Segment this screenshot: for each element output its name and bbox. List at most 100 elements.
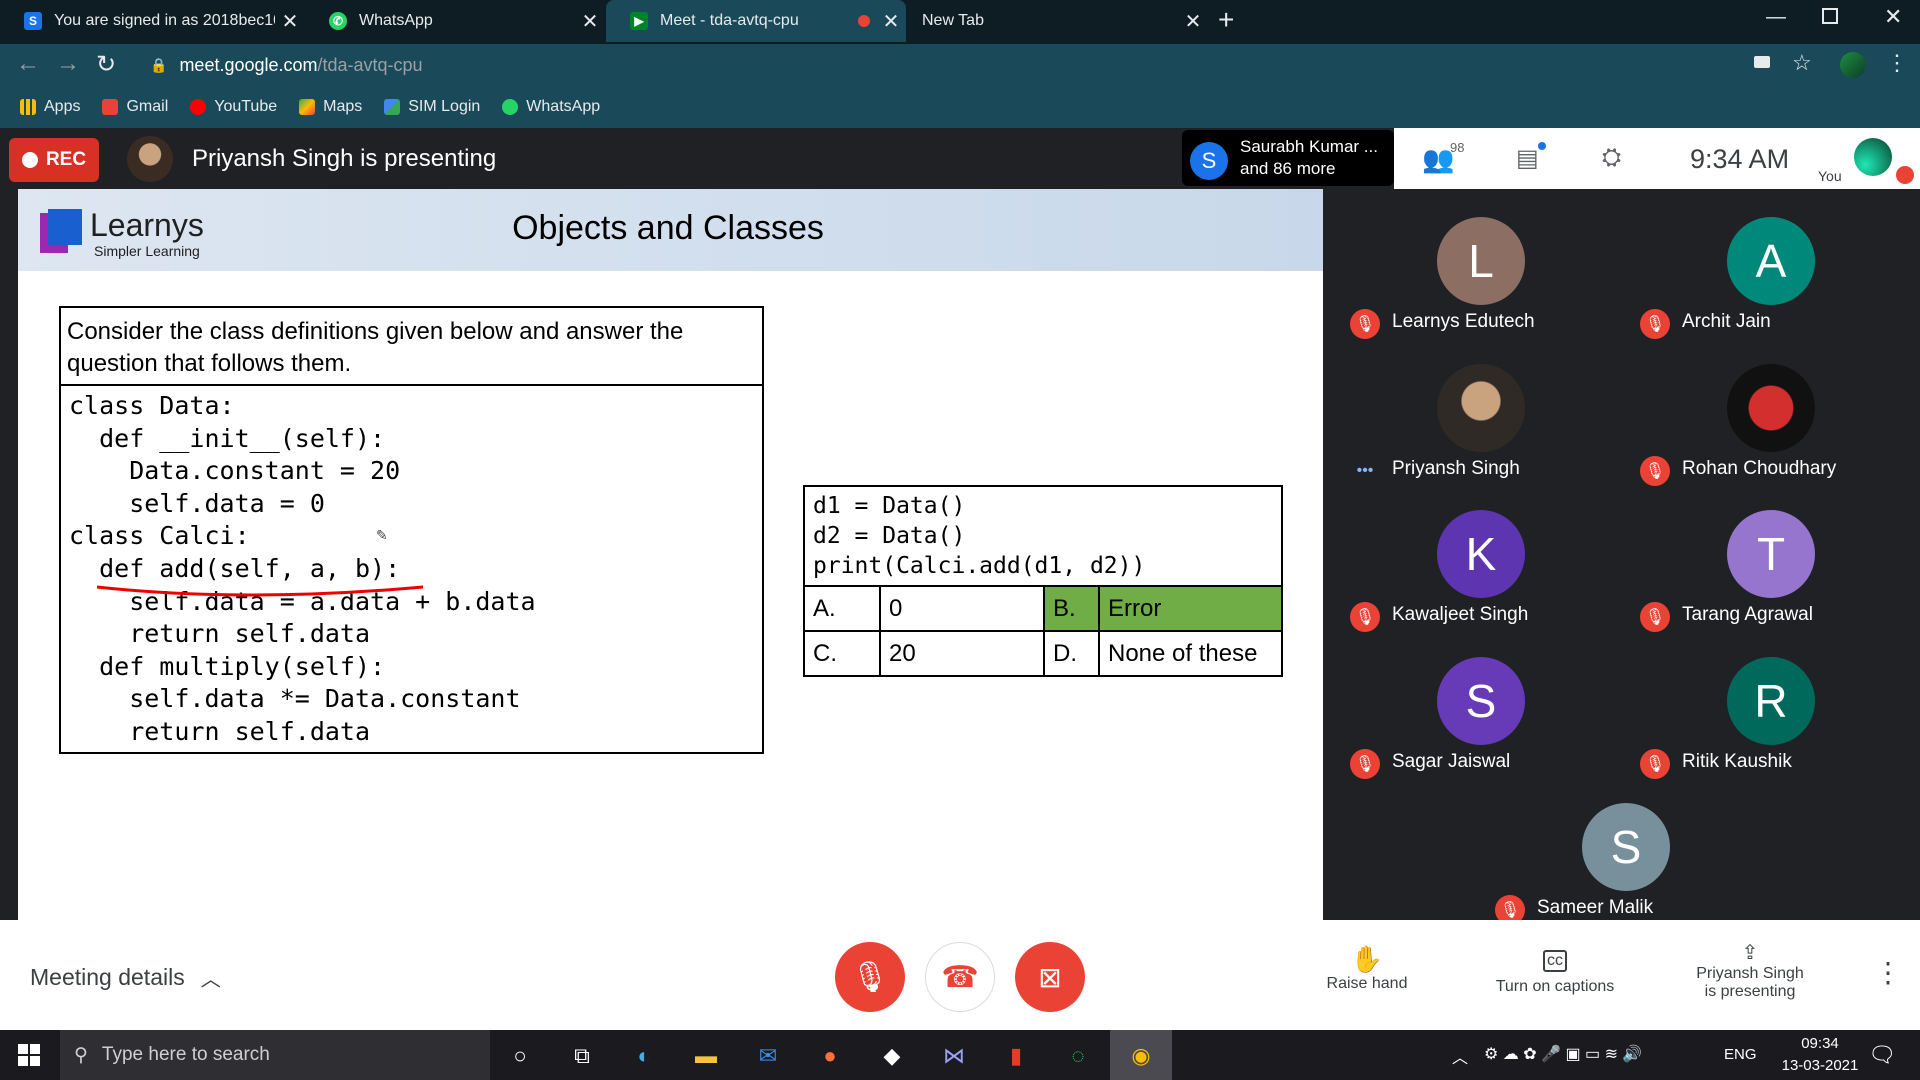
- bookmark-apps[interactable]: Apps: [20, 98, 80, 116]
- taskbar-search-box[interactable]: ⚲ Type here to search: [60, 1030, 490, 1080]
- file-explorer-icon[interactable]: ▬: [690, 1040, 722, 1072]
- participants-chip[interactable]: S Saurabh Kumar ... and 86 more: [1182, 130, 1394, 186]
- minimize-icon[interactable]: —: [1766, 6, 1786, 29]
- presenter-avatar: [127, 136, 173, 182]
- close-tab-icon[interactable]: ✕: [876, 9, 906, 34]
- close-window-icon[interactable]: ✕: [1884, 4, 1902, 30]
- bookmark-whatsapp[interactable]: WhatsApp: [502, 98, 600, 116]
- option-a-value: 0: [879, 585, 1045, 632]
- mic-muted-icon: 🎙: [1350, 602, 1380, 632]
- meeting-details-button[interactable]: Meeting details ︿: [30, 963, 221, 992]
- chevron-up-icon: ︿: [200, 969, 221, 991]
- participant-tile[interactable]: S 🎙 Sagar Jaiswal: [1342, 645, 1622, 785]
- more-options-icon[interactable]: ⋮: [1874, 956, 1902, 989]
- presenting-line2: is presenting: [1704, 983, 1796, 1000]
- sim-icon: [384, 99, 401, 115]
- participant-tile[interactable]: K 🎙 Kawaljeet Singh: [1342, 498, 1622, 638]
- edge-icon[interactable]: ◐: [628, 1040, 660, 1072]
- bookmark-star-icon[interactable]: ☆: [1792, 50, 1812, 76]
- bookmark-gmail[interactable]: Gmail: [102, 98, 168, 116]
- language-indicator[interactable]: ENG: [1724, 1046, 1757, 1063]
- browser-tab-bar: S You are signed in as 2018bec105 ✕ ✆ Wh…: [0, 0, 1920, 44]
- participant-tile[interactable]: ••• Priyansh Singh: [1342, 352, 1622, 492]
- url-field[interactable]: 🔒 meet.google.com/tda-avtq-cpu: [136, 48, 1816, 82]
- leave-call-button[interactable]: ☎: [925, 942, 995, 1012]
- tab-meet[interactable]: ▶ Meet - tda-avtq-cpu ✕: [606, 0, 906, 42]
- participant-avatar: S: [1437, 657, 1525, 745]
- tab-label: Meet - tda-avtq-cpu: [660, 12, 799, 29]
- snippet-line: d1 = Data(): [813, 493, 966, 519]
- tab-label: You are signed in as 2018bec105: [54, 12, 275, 29]
- taskbar-chrome-active[interactable]: ◉: [1110, 1030, 1172, 1080]
- tab-whatsapp[interactable]: ✆ WhatsApp ✕: [305, 0, 605, 42]
- browser-menu-icon[interactable]: ⋮: [1886, 50, 1908, 76]
- windows-start-icon[interactable]: [18, 1044, 40, 1066]
- chat-unread-dot: [1538, 142, 1546, 150]
- participant-tile[interactable]: S 🎙 Sameer Malik: [1487, 791, 1767, 931]
- firefox-icon[interactable]: ●: [814, 1040, 846, 1072]
- taskbar-clock[interactable]: 09:34: [1790, 1035, 1850, 1052]
- recording-badge[interactable]: REC: [9, 138, 99, 182]
- captions-label: Turn on captions: [1495, 978, 1615, 995]
- restore-icon[interactable]: [1822, 8, 1838, 24]
- raise-hand-button[interactable]: ✋ Raise hand: [1312, 944, 1422, 993]
- participant-tile[interactable]: T 🎙 Tarang Agrawal: [1632, 498, 1912, 638]
- forward-icon[interactable]: →: [56, 50, 80, 78]
- camera-off-button[interactable]: ⊠: [1015, 942, 1085, 1012]
- search-placeholder: Type here to search: [101, 1044, 270, 1065]
- activities-icon[interactable]: ⛭: [1602, 144, 1621, 172]
- mic-off-button[interactable]: 🎙: [835, 942, 905, 1012]
- task-view-icon[interactable]: ⧉: [566, 1040, 598, 1072]
- sync-ring-icon[interactable]: ◌: [1062, 1040, 1094, 1072]
- back-icon[interactable]: ←: [16, 50, 40, 78]
- close-tab-icon[interactable]: ✕: [1178, 9, 1208, 34]
- chat-icon[interactable]: ▤: [1516, 144, 1539, 173]
- participant-tile[interactable]: R 🎙 Ritik Kaushik: [1632, 645, 1912, 785]
- learnys-logo-mark-blue: [48, 209, 82, 245]
- hand-icon: ✋: [1350, 944, 1384, 974]
- bookmark-maps[interactable]: Maps: [299, 98, 362, 116]
- code-line: def multiply(self):: [69, 651, 386, 681]
- close-tab-icon[interactable]: ✕: [575, 9, 605, 34]
- meet-icon: ▶: [630, 12, 648, 30]
- notifications-icon[interactable]: 🗨: [1868, 1042, 1896, 1068]
- new-tab-plus-icon[interactable]: +: [1218, 4, 1234, 36]
- snippet-line: d2 = Data(): [813, 523, 966, 549]
- option-d-value: None of these: [1098, 630, 1283, 677]
- self-view-avatar[interactable]: [1854, 138, 1892, 176]
- pen-cursor-icon: ✎: [376, 527, 388, 543]
- bookmark-sim-login[interactable]: SIM Login: [384, 98, 480, 116]
- code-line: self.data *= Data.constant: [69, 684, 521, 714]
- office-icon[interactable]: ▮: [1000, 1040, 1032, 1072]
- close-tab-icon[interactable]: ✕: [275, 9, 305, 34]
- slide-title: Objects and Classes: [512, 209, 824, 247]
- dropbox-icon[interactable]: ◆: [876, 1040, 908, 1072]
- tab-new-tab[interactable]: New Tab ✕: [908, 0, 1208, 42]
- participant-name: Priyansh Singh: [1392, 458, 1520, 479]
- cortana-icon[interactable]: ○: [504, 1040, 536, 1072]
- captions-button[interactable]: cc Turn on captions: [1480, 950, 1630, 996]
- participant-avatar: [1437, 364, 1525, 452]
- code-line: Data.constant = 20: [69, 456, 401, 486]
- snippet-box: d1 = Data() d2 = Data() print(Calci.add(d1…: [803, 485, 1283, 677]
- bookmark-youtube[interactable]: YouTube: [190, 98, 277, 116]
- option-b-key: B.: [1043, 585, 1100, 632]
- participant-tile[interactable]: 🎙 Rohan Choudhary: [1632, 352, 1912, 492]
- mic-muted-icon: 🎙: [1350, 309, 1380, 339]
- reload-icon[interactable]: ↻: [96, 50, 116, 79]
- mail-icon[interactable]: ✉: [752, 1040, 784, 1072]
- camera-in-use-icon[interactable]: [1754, 56, 1770, 68]
- presenting-line1: Priyansh Singh: [1696, 965, 1804, 982]
- predator-sense-icon[interactable]: ⋈: [938, 1040, 970, 1072]
- tray-chevron-icon[interactable]: ︿: [1452, 1044, 1468, 1068]
- presenting-button[interactable]: ⇪ Priyansh Singh is presenting: [1680, 940, 1820, 1001]
- cc-icon: cc: [1543, 950, 1567, 972]
- tab-signed-in[interactable]: S You are signed in as 2018bec105 ✕: [0, 0, 305, 42]
- participant-tile[interactable]: A 🎙 Archit Jain: [1632, 205, 1912, 345]
- rec-label: REC: [45, 149, 87, 170]
- tray-apps-icons[interactable]: ⚙ ☁ ✿ 🎤 ▣ ▭ ≋ 🔊: [1484, 1044, 1642, 1064]
- s-icon: S: [24, 12, 42, 30]
- participant-tile[interactable]: L 🎙 Learnys Edutech: [1342, 205, 1622, 345]
- taskbar-date[interactable]: 13-03-2021: [1770, 1057, 1870, 1074]
- profile-avatar[interactable]: [1840, 52, 1866, 78]
